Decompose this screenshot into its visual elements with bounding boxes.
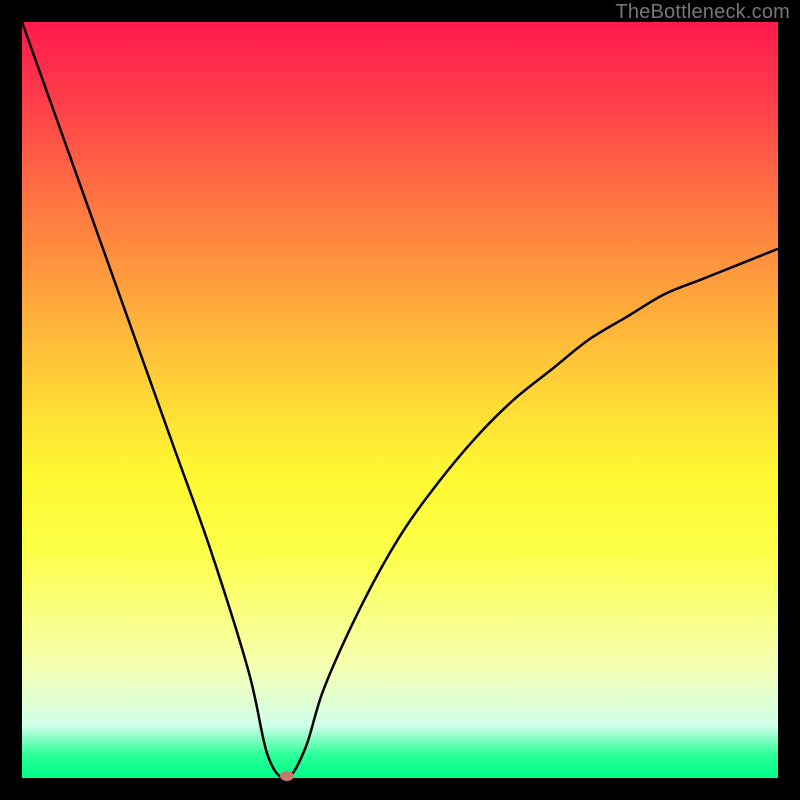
chart-container: TheBottleneck.com [0,0,800,800]
bottleneck-curve [22,22,778,778]
plot-area [22,22,778,778]
watermark-text: TheBottleneck.com [615,1,790,24]
minimum-marker [280,771,294,781]
